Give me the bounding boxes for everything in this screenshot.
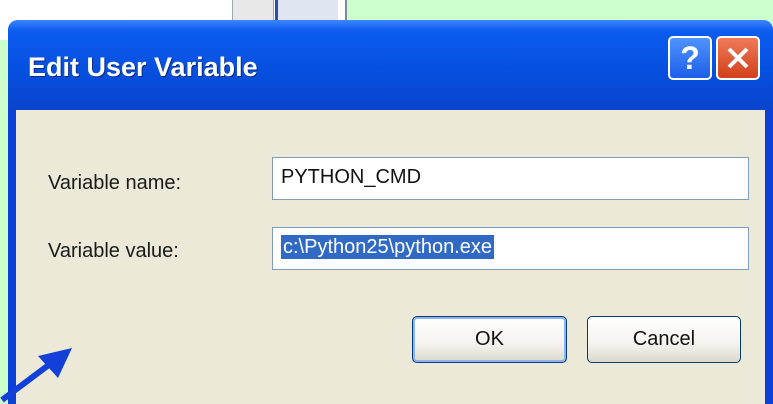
- dialog-title: Edit User Variable: [28, 52, 258, 82]
- help-icon: ?: [680, 39, 700, 76]
- variable-name-label: Variable name:: [48, 172, 182, 194]
- close-button[interactable]: [716, 36, 760, 80]
- variable-value-label: Variable value:: [48, 240, 179, 262]
- variable-value-input[interactable]: c:\Python25\python.exe: [272, 227, 749, 270]
- arrow-pointer-icon: [0, 348, 72, 403]
- close-icon: [727, 47, 749, 69]
- ok-button-label: OK: [475, 328, 504, 350]
- variable-name-input[interactable]: PYTHON_CMD: [272, 157, 749, 200]
- ok-button[interactable]: OK: [412, 316, 567, 363]
- cancel-button-label: Cancel: [632, 328, 696, 350]
- edit-user-variable-dialog: Edit User Variable ? Variable name: PYTH…: [8, 20, 773, 404]
- variable-value-selected-text: c:\Python25\python.exe: [281, 235, 495, 259]
- title-bar[interactable]: Edit User Variable ?: [8, 20, 773, 110]
- variable-name-text: PYTHON_CMD: [281, 166, 422, 188]
- help-button[interactable]: ?: [668, 36, 712, 80]
- dialog-body: Variable name: PYTHON_CMD Variable value…: [16, 110, 765, 404]
- cancel-button[interactable]: Cancel: [587, 316, 741, 363]
